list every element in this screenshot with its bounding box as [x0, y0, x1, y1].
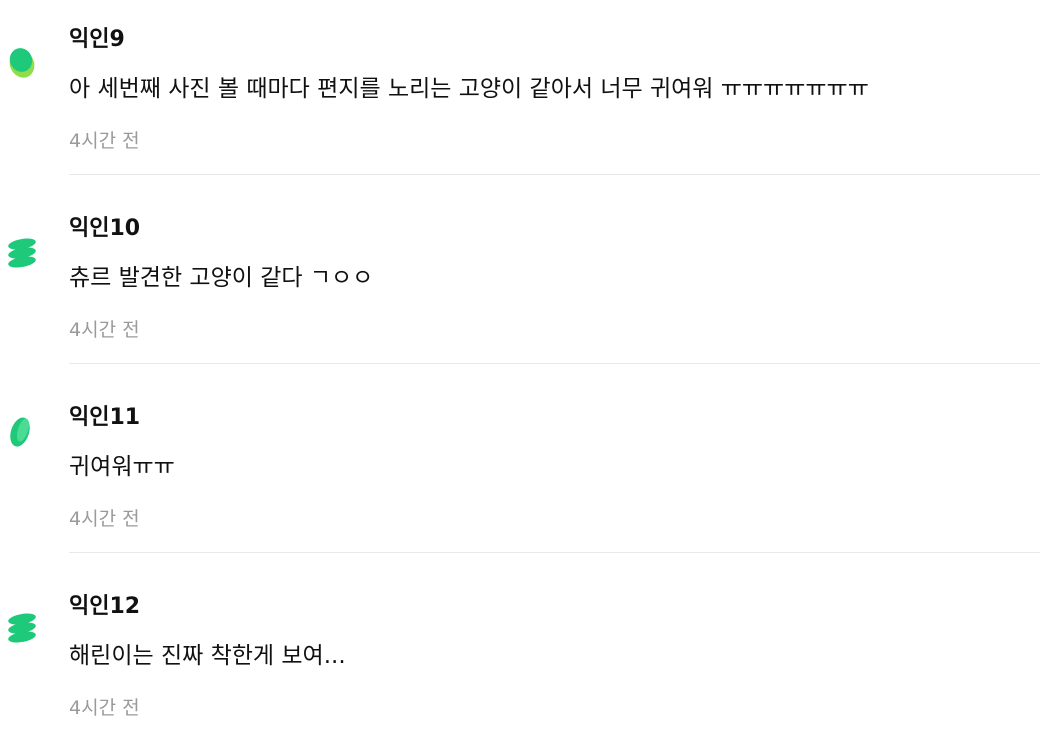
comment-text: 츄르 발견한 고양이 같다 ㄱㅇㅇ	[69, 265, 374, 291]
comment-author[interactable]: 익인9	[69, 26, 125, 54]
divider	[69, 174, 1040, 175]
divider	[69, 552, 1040, 553]
comment-timestamp: 4시간 전	[69, 697, 140, 719]
comment-author[interactable]: 익인12	[69, 593, 140, 621]
comment-text: 아 세번째 사진 볼 때마다 편지를 노리는 고양이 같아서 너무 귀여워 ㅠㅠ…	[69, 76, 869, 102]
green-leaf-icon[interactable]	[4, 410, 40, 450]
comment-text: 귀여워ㅠㅠ	[69, 454, 175, 480]
comment-item: 익인11 귀여워ㅠㅠ 4시간 전	[0, 378, 1040, 567]
green-stack-icon[interactable]	[4, 232, 40, 272]
comment-list: 익인9 아 세번째 사진 볼 때마다 편지를 노리는 고양이 같아서 너무 귀여…	[0, 0, 1040, 734]
comment-timestamp: 4시간 전	[69, 319, 140, 341]
comment-timestamp: 4시간 전	[69, 130, 140, 152]
divider	[69, 363, 1040, 364]
green-stack-icon[interactable]	[4, 607, 40, 647]
comment-item: 익인9 아 세번째 사진 볼 때마다 편지를 노리는 고양이 같아서 너무 귀여…	[0, 0, 1040, 189]
comment-item: 익인10 츄르 발견한 고양이 같다 ㄱㅇㅇ 4시간 전	[0, 189, 1040, 378]
comment-author[interactable]: 익인10	[69, 215, 140, 243]
comment-timestamp: 4시간 전	[69, 508, 140, 530]
comment-author[interactable]: 익인11	[69, 404, 140, 432]
comment-text: 해린이는 진짜 착한게 보여...	[69, 643, 346, 669]
comment-item: 익인12 해린이는 진짜 착한게 보여... 4시간 전	[0, 567, 1040, 734]
green-blob-icon[interactable]	[4, 42, 40, 82]
